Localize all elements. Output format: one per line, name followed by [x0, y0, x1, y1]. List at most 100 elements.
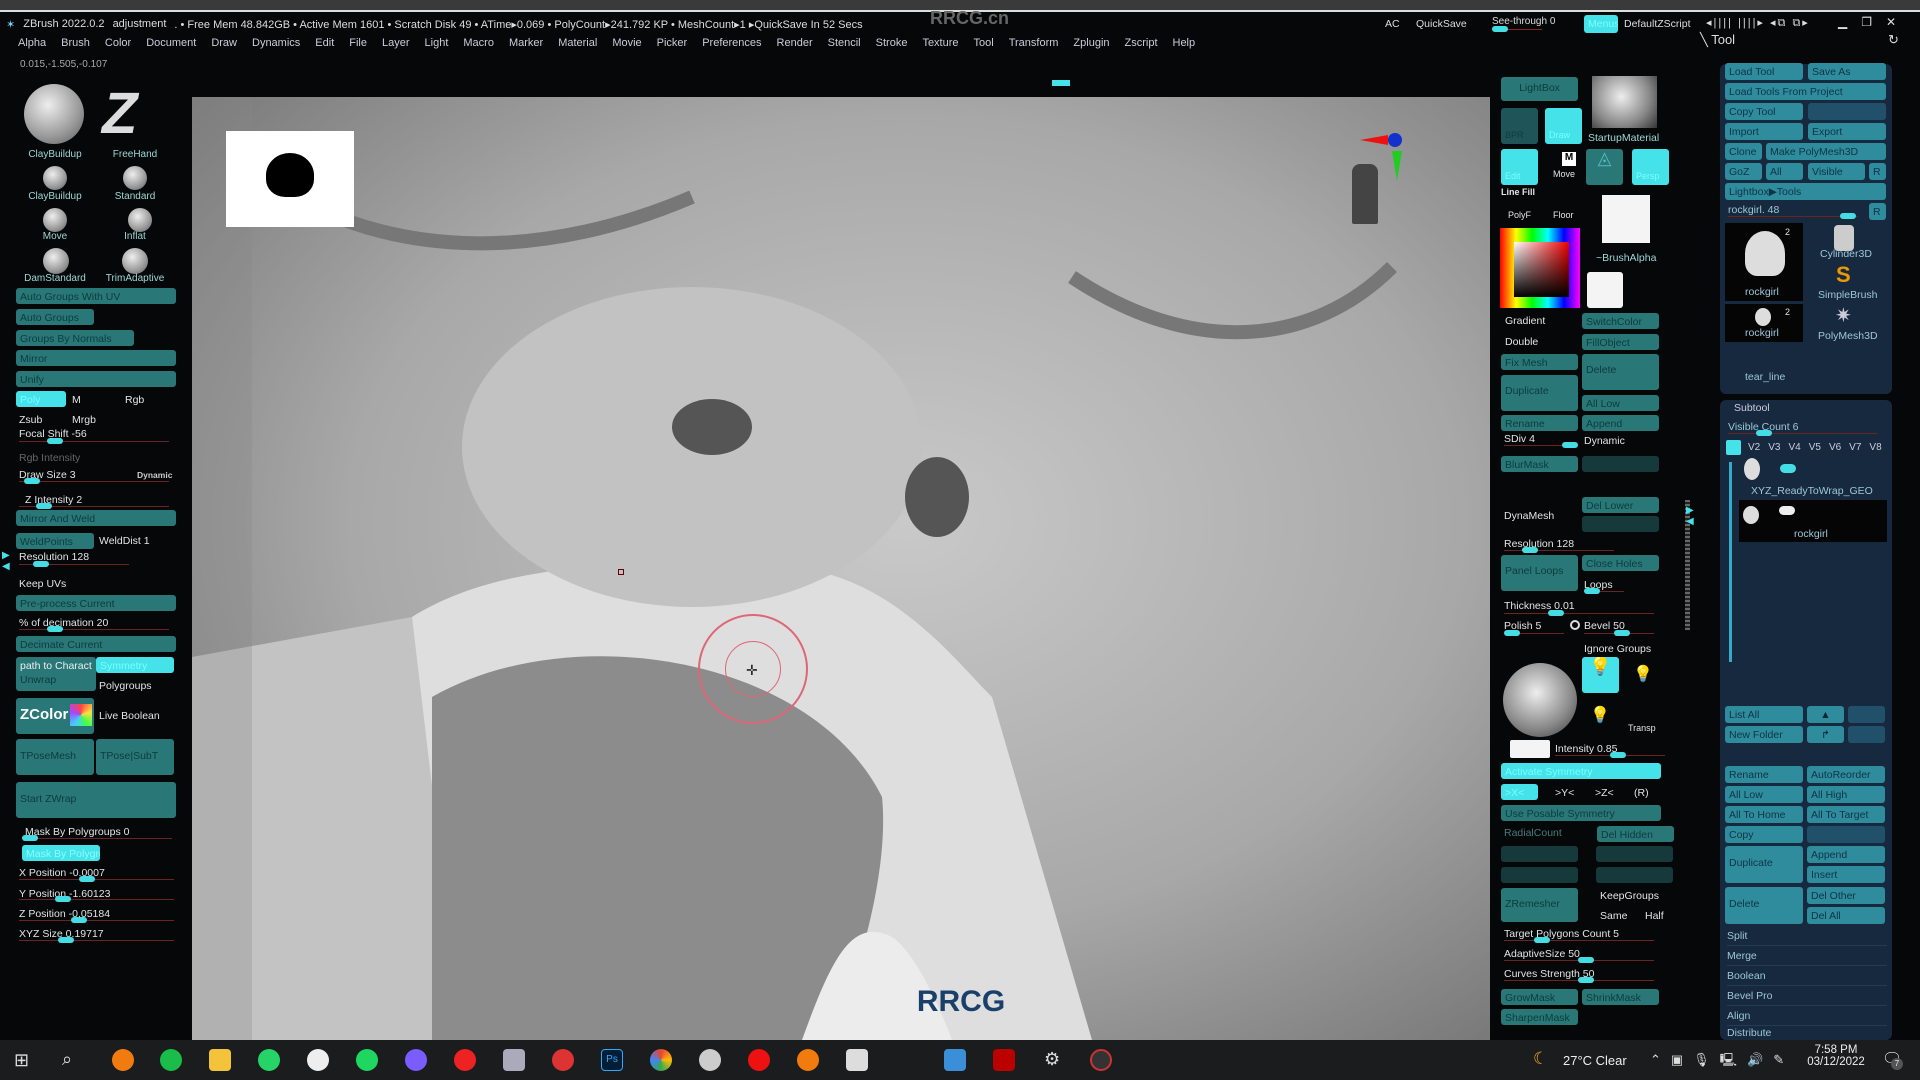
- x-axis-toggle[interactable]: >X<: [1501, 784, 1538, 800]
- system-tray-icons[interactable]: ⌃▣🎙🖳🔊✎: [1650, 1051, 1794, 1073]
- transp-button[interactable]: Transp: [1628, 722, 1656, 735]
- claybuildup-brush-icon[interactable]: [43, 166, 67, 190]
- z-intensity-slider[interactable]: [36, 503, 52, 509]
- delete-button[interactable]: Delete: [1582, 354, 1659, 390]
- section-align[interactable]: Align: [1727, 1006, 1887, 1026]
- light-bulb-icon[interactable]: 💡: [1633, 664, 1653, 684]
- switchcolor-button[interactable]: SwitchColor: [1582, 313, 1659, 329]
- tposemesh-button[interactable]: TPoseMesh: [16, 739, 94, 775]
- menu-render[interactable]: Render: [777, 37, 813, 55]
- sdiv-slider[interactable]: [1562, 442, 1578, 448]
- sharpenmask-button[interactable]: SharpenMask: [1501, 1009, 1578, 1025]
- photoshop-icon[interactable]: Ps: [601, 1049, 623, 1071]
- del-lower-button[interactable]: Del Lower: [1582, 497, 1659, 513]
- groups-by-normals-button[interactable]: Groups By Normals: [16, 330, 134, 346]
- menu-stencil[interactable]: Stencil: [828, 37, 861, 55]
- app-icon[interactable]: [944, 1049, 966, 1071]
- polygroups-toggle[interactable]: Polygroups: [99, 680, 152, 693]
- menu-brush[interactable]: Brush: [61, 37, 90, 55]
- intensity-slider[interactable]: [1610, 752, 1626, 758]
- app-icon[interactable]: [503, 1049, 525, 1071]
- menu-light[interactable]: Light: [425, 37, 449, 55]
- layout-arrows-icon[interactable]: ◂|||| ||||▸ ◂⧉ ⧉▸: [1706, 16, 1810, 30]
- menu-movie[interactable]: Movie: [612, 37, 641, 55]
- adaptive-size-slider[interactable]: [1578, 957, 1594, 963]
- upwork-icon[interactable]: [160, 1049, 182, 1071]
- persp-button[interactable]: Persp: [1632, 149, 1669, 185]
- color-picker[interactable]: [1500, 228, 1580, 308]
- all-to-target-button[interactable]: All To Target: [1807, 806, 1885, 823]
- app-icon[interactable]: [1090, 1049, 1112, 1071]
- chrome-icon[interactable]: [650, 1049, 672, 1071]
- polymesh3d-icon[interactable]: ✷: [1835, 303, 1852, 328]
- shrinkmask-button[interactable]: ShrinkMask: [1582, 989, 1659, 1005]
- goz-r-button[interactable]: R: [1869, 163, 1886, 180]
- subtool-scrollbar[interactable]: [1729, 462, 1732, 662]
- folder-arrow-icon[interactable]: ↱: [1807, 726, 1844, 743]
- duplicate-button[interactable]: Duplicate: [1725, 846, 1803, 883]
- zbrush-icon[interactable]: [846, 1049, 868, 1071]
- move-up-arrow-icon[interactable]: ▲: [1807, 706, 1844, 723]
- v5-toggle[interactable]: V5: [1809, 442, 1821, 453]
- blender-icon[interactable]: [112, 1049, 134, 1071]
- light-bulb-icon[interactable]: 💡: [1582, 657, 1619, 693]
- append-button[interactable]: Append: [1582, 415, 1659, 431]
- mrgb-toggle[interactable]: Mrgb: [72, 414, 96, 427]
- gradient-toggle[interactable]: Gradient: [1505, 315, 1545, 328]
- light-color-swatch[interactable]: [1510, 740, 1550, 758]
- damstandard-brush-icon[interactable]: [43, 248, 69, 274]
- subtool-row[interactable]: XYZ_ReadyToWrap_GEO: [1738, 458, 1888, 498]
- decimate-current-button[interactable]: Decimate Current: [16, 636, 176, 652]
- fix-mesh-button[interactable]: Fix Mesh: [1501, 354, 1578, 370]
- ac-button[interactable]: AC: [1385, 18, 1400, 30]
- window-controls[interactable]: ▁❐✕: [1838, 15, 1910, 29]
- light-sphere[interactable]: [1503, 663, 1577, 737]
- tool-thumb-rockgirl[interactable]: 2 rockgirl: [1725, 304, 1803, 342]
- del-other-button[interactable]: Del Other: [1807, 887, 1885, 904]
- windows-start-icon[interactable]: ⊞: [14, 1050, 29, 1071]
- search-icon[interactable]: ⌕: [62, 1049, 72, 1070]
- menu-help[interactable]: Help: [1173, 37, 1196, 55]
- refresh-icon[interactable]: ↻: [1888, 32, 1899, 48]
- zcolor-button[interactable]: ZColor: [16, 698, 94, 734]
- app-icon[interactable]: [454, 1049, 476, 1071]
- live-boolean-toggle[interactable]: Live Boolean: [99, 710, 160, 723]
- v7-toggle[interactable]: V7: [1849, 442, 1861, 453]
- goz-all-button[interactable]: All: [1766, 163, 1803, 180]
- freehand-stroke-icon[interactable]: Z: [102, 80, 137, 147]
- weather-text[interactable]: 27°C Clear: [1563, 1053, 1627, 1068]
- copy-tool-button[interactable]: Copy Tool: [1725, 103, 1803, 120]
- standard-brush-icon[interactable]: [123, 166, 147, 190]
- tray-handle[interactable]: [1052, 80, 1070, 86]
- draw-size-slider[interactable]: [24, 478, 40, 484]
- import-button[interactable]: Import: [1725, 123, 1803, 140]
- zsub-toggle[interactable]: Zsub: [19, 414, 42, 427]
- claybuildup-brush-icon[interactable]: [24, 84, 84, 144]
- ignore-groups-toggle[interactable]: Ignore Groups: [1584, 643, 1651, 656]
- menu-picker[interactable]: Picker: [657, 37, 688, 55]
- menu-stroke[interactable]: Stroke: [876, 37, 908, 55]
- visible-count-slider[interactable]: [1756, 430, 1772, 436]
- curves-strength-slider[interactable]: [1578, 977, 1594, 983]
- tpose-subt-button[interactable]: TPose|SubT: [96, 739, 174, 775]
- growmask-button[interactable]: GrowMask: [1501, 989, 1578, 1005]
- resolution-slider[interactable]: [1522, 547, 1538, 553]
- new-folder-button[interactable]: New Folder: [1725, 726, 1803, 743]
- m-toggle[interactable]: M: [72, 394, 81, 407]
- messenger-icon[interactable]: [405, 1049, 427, 1071]
- keepgroups-toggle[interactable]: KeepGroups: [1600, 890, 1659, 903]
- y-axis-toggle[interactable]: >Y<: [1555, 787, 1574, 800]
- decimation-slider[interactable]: [47, 626, 63, 632]
- y-position-slider[interactable]: [55, 896, 71, 902]
- section-split[interactable]: Split: [1727, 926, 1887, 946]
- viewport-canvas[interactable]: ✛: [192, 97, 1490, 1040]
- insert-button[interactable]: Insert: [1807, 866, 1885, 883]
- default-zscript[interactable]: DefaultZScript: [1624, 18, 1691, 30]
- section-bevel-pro[interactable]: Bevel Pro: [1727, 986, 1887, 1006]
- all-high-button[interactable]: All High: [1807, 786, 1885, 803]
- menu-zplugin[interactable]: Zplugin: [1073, 37, 1109, 55]
- menus-button[interactable]: Menus: [1584, 15, 1618, 33]
- menu-document[interactable]: Document: [146, 37, 196, 55]
- settings-icon[interactable]: ⚙: [1044, 1049, 1060, 1070]
- focal-shift-slider[interactable]: [47, 438, 63, 444]
